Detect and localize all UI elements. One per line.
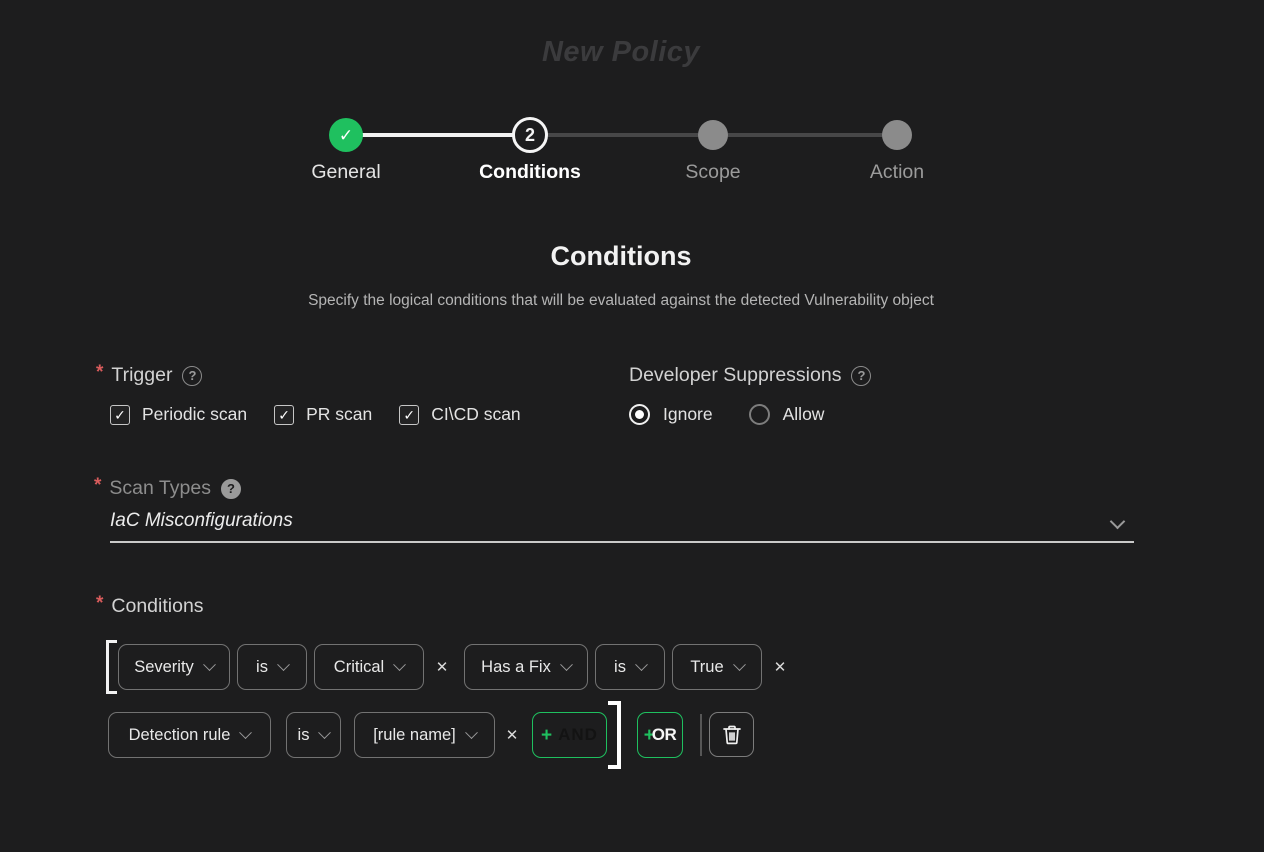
developer-suppressions-radio-group: Ignore Allow bbox=[629, 404, 824, 425]
chevron-down-icon bbox=[277, 658, 290, 671]
radio-label: Ignore bbox=[663, 404, 713, 425]
help-icon[interactable]: ? bbox=[221, 479, 241, 499]
new-policy-wizard: New Policy ✓ 2 General Conditions Scope … bbox=[0, 0, 1264, 852]
add-or-button[interactable]: + OR bbox=[637, 712, 683, 758]
trigger-label-row: * Trigger ? bbox=[96, 364, 202, 387]
required-asterisk: * bbox=[96, 362, 103, 384]
divider bbox=[700, 714, 702, 756]
remove-clause-icon[interactable]: ✕ bbox=[429, 644, 455, 690]
scan-types-underline bbox=[110, 541, 1134, 543]
radio-unselected-icon[interactable] bbox=[749, 404, 770, 425]
field-dropdown[interactable]: Detection rule bbox=[108, 712, 271, 758]
radio-label: Allow bbox=[783, 404, 825, 425]
add-and-button[interactable]: + AND bbox=[532, 712, 607, 758]
radio-ignore[interactable]: Ignore bbox=[629, 404, 713, 425]
chevron-down-icon bbox=[203, 658, 216, 671]
stepper-connector bbox=[713, 133, 897, 137]
section-subtitle: Specify the logical conditions that will… bbox=[0, 292, 1242, 310]
conditions-label: Conditions bbox=[111, 595, 203, 618]
chevron-down-icon[interactable] bbox=[1110, 514, 1126, 530]
section-title: Conditions bbox=[0, 241, 1242, 272]
operator-dropdown[interactable]: is bbox=[286, 712, 341, 758]
group-open-bracket bbox=[106, 640, 117, 694]
checkbox-checked-icon[interactable]: ✓ bbox=[110, 405, 130, 425]
chevron-down-icon bbox=[635, 658, 648, 671]
step-label-conditions[interactable]: Conditions bbox=[440, 161, 620, 184]
checkbox-checked-icon[interactable]: ✓ bbox=[399, 405, 419, 425]
step-conditions-circle[interactable]: 2 bbox=[512, 117, 548, 153]
checkbox-cicd-scan[interactable]: ✓ CI\CD scan bbox=[399, 404, 520, 425]
remove-clause-icon[interactable]: ✕ bbox=[767, 644, 793, 690]
group-close-bracket bbox=[608, 701, 621, 769]
conditions-label-row: * Conditions bbox=[96, 595, 204, 618]
page-title: New Policy bbox=[0, 36, 1242, 69]
remove-clause-icon[interactable]: ✕ bbox=[499, 712, 525, 758]
chevron-down-icon bbox=[733, 658, 746, 671]
checkbox-label: CI\CD scan bbox=[431, 404, 520, 425]
step-general-circle[interactable]: ✓ bbox=[329, 118, 363, 152]
help-icon[interactable]: ? bbox=[182, 366, 202, 386]
check-icon: ✓ bbox=[339, 127, 353, 144]
step-label-action[interactable]: Action bbox=[807, 161, 987, 184]
chevron-down-icon bbox=[240, 726, 253, 739]
step-scope-circle[interactable] bbox=[698, 120, 728, 150]
step-label-scope[interactable]: Scope bbox=[623, 161, 803, 184]
chevron-down-icon bbox=[319, 726, 332, 739]
trigger-checkbox-group: ✓ Periodic scan ✓ PR scan ✓ CI\CD scan bbox=[110, 404, 521, 425]
trigger-label: Trigger bbox=[111, 364, 172, 387]
required-asterisk: * bbox=[96, 593, 103, 615]
chevron-down-icon bbox=[465, 726, 478, 739]
radio-allow[interactable]: Allow bbox=[749, 404, 825, 425]
step-label-general[interactable]: General bbox=[256, 161, 436, 184]
plus-icon: + bbox=[541, 726, 552, 745]
stepper-connector bbox=[530, 133, 713, 137]
required-asterisk: * bbox=[94, 475, 101, 497]
checkbox-label: PR scan bbox=[306, 404, 372, 425]
trash-icon bbox=[720, 723, 744, 747]
developer-suppressions-label: Developer Suppressions bbox=[629, 364, 841, 387]
operator-dropdown[interactable]: is bbox=[237, 644, 307, 690]
checkbox-label: Periodic scan bbox=[142, 404, 247, 425]
checkbox-periodic-scan[interactable]: ✓ Periodic scan bbox=[110, 404, 247, 425]
scan-types-select-value[interactable]: IaC Misconfigurations bbox=[110, 510, 293, 532]
developer-suppressions-label-row: Developer Suppressions ? bbox=[629, 364, 871, 387]
field-dropdown[interactable]: Has a Fix bbox=[464, 644, 588, 690]
step-number: 2 bbox=[525, 125, 535, 146]
step-action-circle[interactable] bbox=[882, 120, 912, 150]
delete-group-button[interactable] bbox=[709, 712, 754, 757]
stepper-connector-done bbox=[346, 133, 530, 137]
operator-dropdown[interactable]: is bbox=[595, 644, 665, 690]
scan-types-label-row: * Scan Types ? bbox=[94, 477, 241, 500]
help-icon[interactable]: ? bbox=[851, 366, 871, 386]
chevron-down-icon bbox=[560, 658, 573, 671]
scan-types-label: Scan Types bbox=[109, 477, 211, 500]
checkbox-pr-scan[interactable]: ✓ PR scan bbox=[274, 404, 372, 425]
field-dropdown[interactable]: Severity bbox=[118, 644, 230, 690]
value-dropdown[interactable]: [rule name] bbox=[354, 712, 495, 758]
chevron-down-icon bbox=[393, 658, 406, 671]
value-dropdown[interactable]: True bbox=[672, 644, 762, 690]
checkbox-checked-icon[interactable]: ✓ bbox=[274, 405, 294, 425]
radio-selected-icon[interactable] bbox=[629, 404, 650, 425]
value-dropdown[interactable]: Critical bbox=[314, 644, 424, 690]
